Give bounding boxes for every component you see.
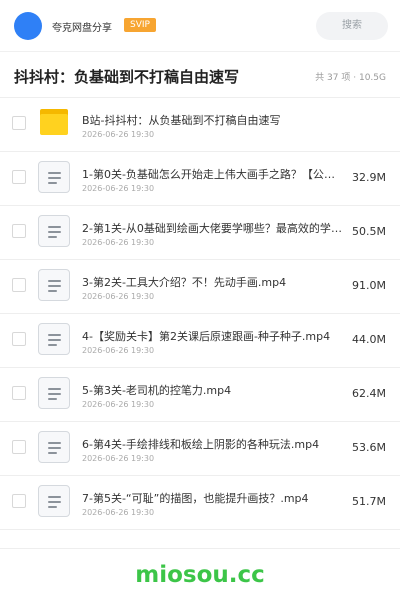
folder-meta: 共 37 项 · 10.5G [315, 70, 386, 83]
app-name: 夸克网盘分享 [52, 23, 112, 34]
select-checkbox[interactable] [12, 224, 26, 238]
item-size: 62.4M [352, 387, 386, 400]
item-size: 51.7M [352, 495, 386, 508]
item-name[interactable]: 7-第5关-“可耻”的描图，也能提升画技？.mp4 [82, 490, 344, 506]
select-checkbox[interactable] [12, 440, 26, 454]
item-name[interactable]: 4-【奖励关卡】第2关课后原速跟画-种子种子.mp4 [82, 328, 344, 344]
list-item[interactable]: 6-第4关-手绘排线和板绘上阴影的各种玩法.mp4 2026-06-26 19:… [0, 422, 400, 476]
top-bar: 夸克网盘分享 SVIP 搜索 [0, 0, 400, 52]
list-item[interactable]: 7-第5关-“可耻”的描图，也能提升画技？.mp4 2026-06-26 19:… [0, 476, 400, 530]
item-name[interactable]: 3-第2关-工具大介绍？不！先动手画.mp4 [82, 274, 344, 290]
select-checkbox[interactable] [12, 332, 26, 346]
watermark: miosou.cc [135, 562, 265, 588]
item-date: 2026-06-26 19:30 [82, 292, 155, 301]
item-date: 2026-06-26 19:30 [82, 346, 155, 355]
select-checkbox[interactable] [12, 278, 26, 292]
item-date: 2026-06-26 19:30 [82, 184, 155, 193]
total-size: 10.5G [358, 73, 386, 83]
search-input[interactable]: 搜索 [316, 12, 388, 40]
select-checkbox[interactable] [12, 116, 26, 130]
list-item[interactable]: 2-第1关-从0基础到绘画大佬要学哪些？最高效的学习方法.mp4 2026-06… [0, 206, 400, 260]
file-icon [38, 215, 70, 247]
footer-divider [0, 548, 400, 549]
file-icon [38, 431, 70, 463]
folder-icon [40, 109, 68, 135]
list-item[interactable]: 5-第3关-老司机的控笔力.mp4 2026-06-26 19:30 62.4M [0, 368, 400, 422]
item-size: 53.6M [352, 441, 386, 454]
svip-badge: SVIP [124, 18, 156, 32]
item-size: 91.0M [352, 279, 386, 292]
select-checkbox[interactable] [12, 170, 26, 184]
item-size: 44.0M [352, 333, 386, 346]
item-name[interactable]: 2-第1关-从0基础到绘画大佬要学哪些？最高效的学习方法.mp4 [82, 220, 344, 236]
select-checkbox[interactable] [12, 494, 26, 508]
item-date: 2026-06-26 19:30 [82, 130, 155, 139]
item-date: 2026-06-26 19:30 [82, 400, 155, 409]
item-date: 2026-06-26 19:30 [82, 238, 155, 247]
item-size: 50.5M [352, 225, 386, 238]
file-icon [38, 485, 70, 517]
list-item[interactable]: 4-【奖励关卡】第2关课后原速跟画-种子种子.mp4 2026-06-26 19… [0, 314, 400, 368]
file-icon [38, 377, 70, 409]
item-count: 共 37 项 [315, 73, 351, 83]
list-item[interactable]: 3-第2关-工具大介绍？不！先动手画.mp4 2026-06-26 19:30 … [0, 260, 400, 314]
item-name[interactable]: 5-第3关-老司机的控笔力.mp4 [82, 382, 344, 398]
select-checkbox[interactable] [12, 386, 26, 400]
item-size: 32.9M [352, 171, 386, 184]
meta-separator: · [353, 73, 357, 83]
avatar[interactable] [14, 12, 42, 40]
file-icon [38, 269, 70, 301]
list-item[interactable]: B站-抖抖村：从负基础到不打稿自由速写 2026-06-26 19:30 [0, 98, 400, 152]
item-name[interactable]: 1-第0关-负基础怎么开始走上伟大画手之路？【公众号】.mp4 [82, 166, 344, 182]
item-name[interactable]: 6-第4关-手绘排线和板绘上阴影的各种玩法.mp4 [82, 436, 344, 452]
item-date: 2026-06-26 19:30 [82, 454, 155, 463]
file-icon [38, 323, 70, 355]
folder-header: 抖抖村：负基础到不打稿自由速写 共 37 项 · 10.5G [0, 52, 400, 98]
file-icon [38, 161, 70, 193]
item-date: 2026-06-26 19:30 [82, 508, 155, 517]
page-title: 抖抖村：负基础到不打稿自由速写 [14, 68, 240, 86]
file-list: B站-抖抖村：从负基础到不打稿自由速写 2026-06-26 19:30 1-第… [0, 98, 400, 530]
list-item[interactable]: 1-第0关-负基础怎么开始走上伟大画手之路？【公众号】.mp4 2026-06-… [0, 152, 400, 206]
item-name[interactable]: B站-抖抖村：从负基础到不打稿自由速写 [82, 112, 344, 128]
